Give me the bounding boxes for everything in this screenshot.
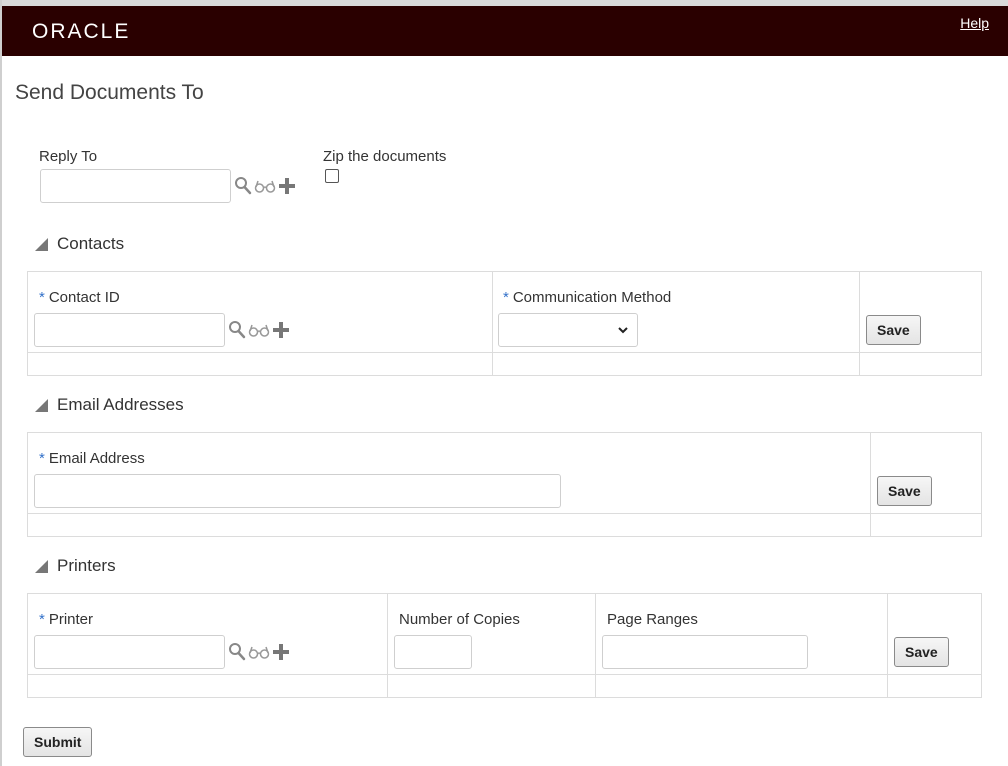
communication-method-select[interactable] [498,313,638,347]
email-section-header[interactable]: Email Addresses [35,395,184,415]
row-divider [28,674,981,675]
printers-section-header[interactable]: Printers [35,556,116,576]
search-icon[interactable] [234,176,252,196]
reply-to-label: Reply To [39,148,98,165]
chevron-down-icon [618,327,628,334]
column-divider [492,272,493,375]
search-icon[interactable] [228,642,246,662]
glasses-icon[interactable] [248,322,270,338]
zip-checkbox[interactable] [325,169,339,183]
row-divider [28,352,981,353]
plus-icon[interactable] [272,643,290,661]
search-icon[interactable] [228,320,246,340]
number-of-copies-label: Number of Copies [399,611,520,628]
window-left-border [0,0,2,766]
plus-icon[interactable] [278,177,296,195]
contact-id-label: * Contact ID [39,289,120,306]
printers-save-button[interactable]: Save [894,637,949,667]
column-divider [859,272,860,375]
email-address-input[interactable] [34,474,561,508]
column-divider [387,594,388,697]
row-divider [28,513,981,514]
page-ranges-label: Page Ranges [607,611,698,628]
page-title: Send Documents To [15,81,204,104]
printer-input[interactable] [34,635,225,669]
printers-table: * Printer Number of Copies Page Ranges Sa… [27,593,982,698]
reply-to-actions [234,176,296,196]
email-save-button[interactable]: Save [877,476,932,506]
column-divider [870,433,871,536]
communication-method-label: * Communication Method [503,289,672,306]
glasses-icon[interactable] [254,178,276,194]
required-marker: * [39,289,45,306]
triangle-icon [35,559,48,573]
oracle-logo: ORACLE [32,20,131,43]
submit-button[interactable]: Submit [23,727,93,757]
reply-to-input[interactable] [40,169,231,203]
required-marker: * [39,450,45,467]
column-divider [887,594,888,697]
plus-icon[interactable] [272,321,290,339]
triangle-icon [35,237,48,251]
number-of-copies-input[interactable] [394,635,472,669]
email-section-title: Email Addresses [57,395,184,414]
contacts-table: * Contact ID * Communication Method Save [27,271,982,376]
required-marker: * [503,289,509,306]
required-marker: * [39,611,45,628]
triangle-icon [35,398,48,412]
printer-label: * Printer [39,611,94,628]
contact-id-input[interactable] [34,313,225,347]
zip-label: Zip the documents [323,148,447,165]
app-header: ORACLE Help [2,6,1008,56]
contacts-save-button[interactable]: Save [866,315,921,345]
printers-section-title: Printers [57,556,116,575]
help-link[interactable]: Help [960,15,989,31]
column-divider [595,594,596,697]
printer-actions [228,642,290,662]
contacts-section-header[interactable]: Contacts [35,234,124,254]
contacts-section-title: Contacts [57,234,125,253]
email-address-label: * Email Address [39,450,145,467]
email-table: * Email Address Save [27,432,982,537]
page-ranges-input[interactable] [602,635,808,669]
contact-id-actions [228,320,290,340]
glasses-icon[interactable] [248,644,270,660]
